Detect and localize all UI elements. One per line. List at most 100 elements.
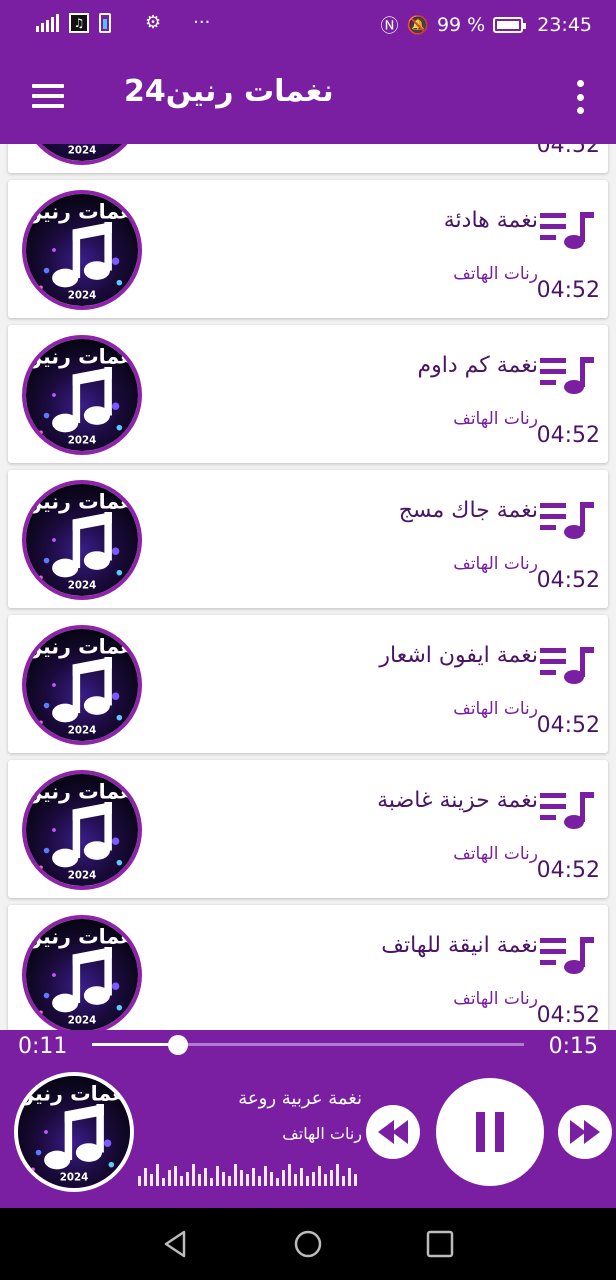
song-card[interactable]: نغمات رنين2024 04:52: [8, 144, 608, 173]
waveform-bar: [294, 1174, 297, 1186]
battery-saver-icon: [99, 12, 111, 33]
settings-icon: ⚙: [145, 12, 162, 33]
song-artist: رنات الهاتف: [453, 554, 538, 574]
waveform-bar: [240, 1170, 243, 1186]
artwork-year: 2024: [68, 725, 97, 737]
seek-bar[interactable]: [92, 1035, 524, 1055]
artwork-year: 2024: [68, 290, 97, 302]
song-title: نغمة حزينة غاضبة: [377, 788, 538, 813]
battery-icon: [493, 17, 527, 33]
waveform-bar: [222, 1172, 225, 1186]
song-title: نغمة كم داوم: [417, 353, 538, 378]
mute-icon: 🔕: [406, 14, 429, 36]
artwork-logo-text: نغمات رنين: [26, 634, 138, 658]
next-button[interactable]: [558, 1105, 612, 1159]
artwork-logo-text: نغمات رنين: [18, 1081, 130, 1105]
artwork-logo-text: نغمات رنين: [26, 779, 138, 803]
previous-button[interactable]: [366, 1105, 420, 1159]
waveform-bar: [342, 1176, 345, 1186]
song-thumbnail: نغمات رنين2024: [22, 480, 142, 600]
waveform-bar: [300, 1168, 303, 1186]
playlist-music-icon[interactable]: [540, 500, 596, 540]
status-right: Ⓝ 🔕 99 % 23:45: [381, 12, 592, 38]
waveform-bar: [246, 1174, 249, 1186]
waveform-bar: [336, 1164, 339, 1186]
menu-icon[interactable]: [32, 84, 64, 108]
waveform-bar: [312, 1172, 315, 1186]
song-duration: 04:52: [536, 144, 600, 158]
waveform-bar: [324, 1174, 327, 1186]
back-icon[interactable]: [160, 1228, 192, 1260]
sim-icon: ♫: [69, 12, 89, 33]
artwork-logo-text: نغمات رنين: [26, 199, 138, 223]
home-icon[interactable]: [292, 1228, 324, 1260]
waveform-bar: [258, 1176, 261, 1186]
battery-percent: 99 %: [436, 14, 486, 36]
song-title: نغمة جاك مسج: [398, 498, 538, 523]
app-bar: نغمات رنين24: [0, 50, 616, 144]
song-title: نغمة هادئة: [443, 208, 538, 233]
pause-button[interactable]: [436, 1078, 544, 1186]
recent-apps-icon[interactable]: [424, 1228, 456, 1260]
waveform-bar: [318, 1166, 321, 1186]
song-artist: رنات الهاتف: [453, 409, 538, 429]
waveform-bar: [216, 1166, 219, 1186]
waveform-bar: [282, 1170, 285, 1186]
more-notifications-icon: ···: [193, 12, 211, 33]
fast-forward-icon: [570, 1120, 600, 1144]
song-thumbnail: نغمات رنين 2024: [22, 190, 142, 310]
clock: 23:45: [537, 14, 592, 36]
artwork-year: 2024: [60, 1172, 89, 1184]
waveform-bar: [186, 1172, 189, 1186]
waveform-bar: [138, 1176, 141, 1186]
rewind-icon: [378, 1120, 408, 1144]
playlist-music-icon[interactable]: [540, 210, 596, 250]
playlist-music-icon[interactable]: [540, 935, 596, 975]
song-duration: 04:52: [536, 1003, 600, 1028]
artwork-logo-text: نغمات رنين: [26, 344, 138, 368]
waveform-bar: [252, 1168, 255, 1186]
signal-icon: [36, 13, 59, 32]
app-title: نغمات رنين24: [124, 74, 334, 109]
artwork-year: 2024: [68, 145, 97, 157]
waveform-bar: [306, 1176, 309, 1186]
waveform-bar: [330, 1170, 333, 1186]
now-playing-title: نغمة عربية روعة: [238, 1088, 362, 1109]
song-title: نغمة انيقة للهاتف: [381, 933, 538, 958]
seek-handle[interactable]: [168, 1035, 189, 1055]
song-thumbnail: نغمات رنين2024: [22, 335, 142, 455]
more-options-icon[interactable]: [576, 80, 584, 114]
pause-icon: [476, 1112, 504, 1152]
waveform-bar: [144, 1168, 147, 1186]
song-card[interactable]: نغمات رنين 2024 نغمة حزينة غاضبة رنات اله…: [8, 760, 608, 898]
waveform-bar: [156, 1164, 159, 1186]
song-card[interactable]: نغمات رنين 2024 نغمة انيقة للهاتف رنات ال…: [8, 905, 608, 1030]
song-thumbnail: نغمات رنين2024: [22, 144, 142, 165]
waveform-bar: [348, 1168, 351, 1186]
waveform-icon: [138, 1164, 357, 1186]
playlist-music-icon[interactable]: [540, 355, 596, 395]
song-card[interactable]: نغمات رنين 2024 نغمة جاك مسج رنات الهاتف …: [8, 470, 608, 608]
song-artist: رنات الهاتف: [453, 264, 538, 284]
status-left: ♫ ⚙ ···: [36, 12, 210, 33]
playlist-music-icon[interactable]: [540, 645, 596, 685]
waveform-bar: [354, 1174, 357, 1186]
waveform-bar: [150, 1174, 153, 1186]
now-playing-artwork[interactable]: نغمات رنين 2024: [14, 1072, 134, 1192]
song-card[interactable]: نغمات رنين 2024 نغمة ايفون اشعار رنات اله…: [8, 615, 608, 753]
song-artist: رنات الهاتف: [453, 844, 538, 864]
song-card[interactable]: نغمات رنين 2024 نغمة هادئة رنات الهاتف 04…: [8, 180, 608, 318]
song-duration: 04:52: [536, 713, 600, 738]
song-card[interactable]: نغمات رنين 2024 نغمة كم داوم رنات الهاتف …: [8, 325, 608, 463]
song-artist: رنات الهاتف: [453, 699, 538, 719]
song-thumbnail: نغمات رنين2024: [22, 915, 142, 1030]
waveform-bar: [264, 1166, 267, 1186]
song-title: نغمة ايفون اشعار: [379, 643, 538, 668]
waveform-bar: [288, 1164, 291, 1186]
song-list[interactable]: نغمات رنين2024 04:52 نغمات رنين2024 نغمة…: [0, 144, 616, 1030]
song-thumbnail: نغمات رنين 2024: [22, 625, 142, 745]
waveform-bar: [234, 1164, 237, 1186]
artwork-logo-text: نغمات رنين: [26, 924, 138, 948]
playlist-music-icon[interactable]: [540, 790, 596, 830]
artwork-year: 2024: [68, 870, 97, 882]
